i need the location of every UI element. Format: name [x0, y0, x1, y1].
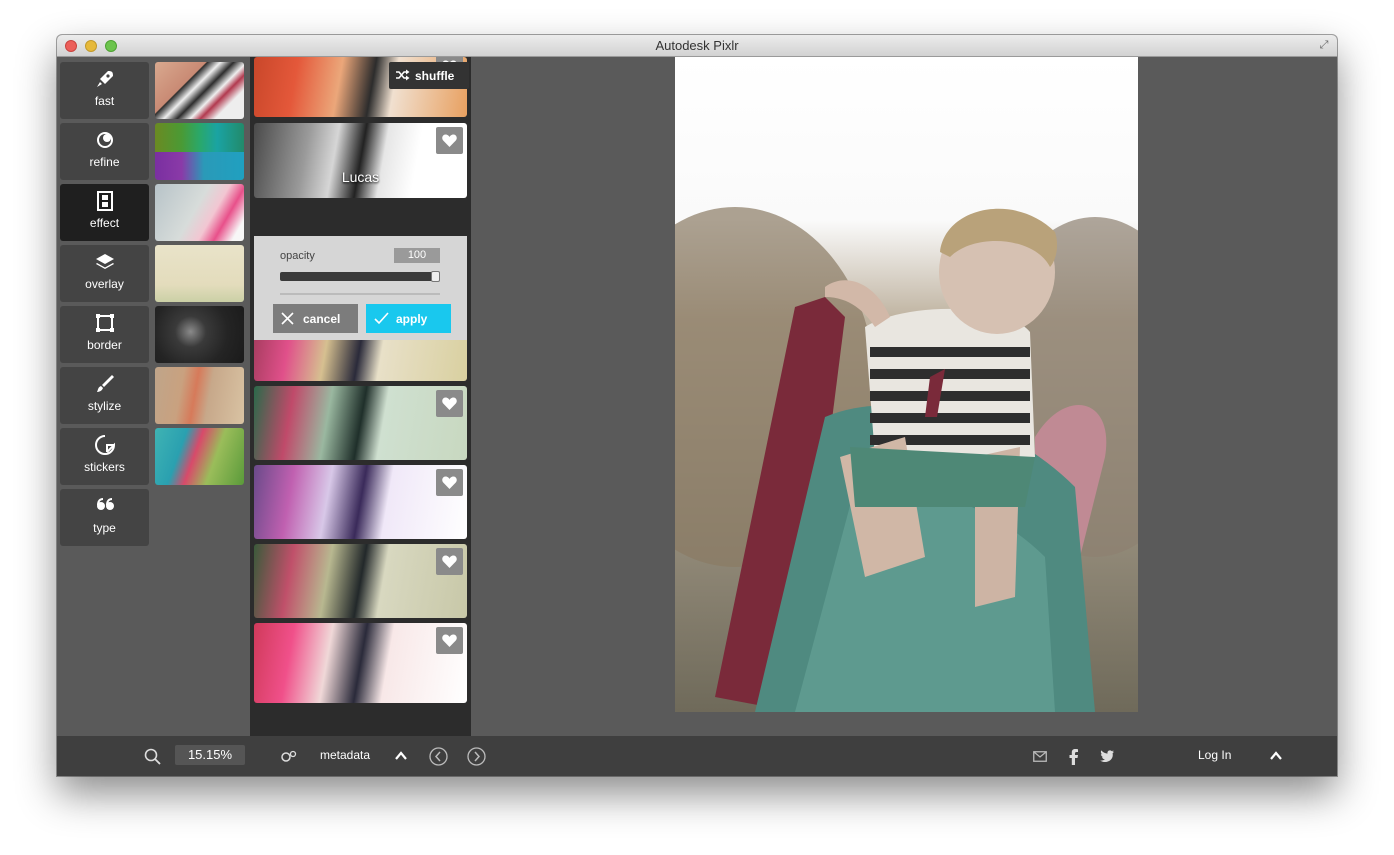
effect-filter-list[interactable]: Lucas — [250, 57, 471, 736]
twitter-icon[interactable] — [1100, 750, 1114, 762]
tool-type[interactable]: type — [60, 489, 149, 546]
effect-options-panel: opacity 100 cancel apply — [254, 236, 467, 340]
border-icon — [95, 314, 114, 332]
opacity-slider[interactable] — [280, 271, 440, 282]
tool-label: stylize — [87, 399, 122, 413]
tool-border[interactable]: border — [60, 306, 149, 363]
facebook-icon[interactable] — [1069, 749, 1078, 765]
tool-label: stickers — [84, 460, 125, 474]
heart-icon — [442, 555, 457, 568]
shuffle-button[interactable]: shuffle — [389, 62, 469, 89]
stylize-preview-thumbnail[interactable] — [155, 367, 244, 424]
status-bar: 15.15% metadata Log In — [57, 736, 1337, 776]
zoom-level[interactable]: 15.15% — [175, 745, 245, 765]
zoom-icon[interactable] — [144, 748, 161, 765]
close-icon — [281, 312, 294, 325]
photo-canvas[interactable] — [675, 57, 1138, 712]
favorite-button[interactable] — [436, 390, 463, 417]
tool-label: refine — [89, 155, 120, 169]
selected-filter-name: Lucas — [341, 169, 380, 185]
metadata-icon — [281, 750, 297, 762]
filter-thumbnail[interactable] — [254, 544, 467, 618]
app-window: Autodesk Pixlr ⤢ fast refine effect over… — [57, 35, 1337, 776]
filter-thumbnail[interactable] — [254, 386, 467, 460]
tool-fast[interactable]: fast — [60, 62, 149, 119]
title-bar: Autodesk Pixlr ⤢ — [57, 35, 1337, 57]
heart-icon — [442, 634, 457, 647]
apply-label: apply — [396, 312, 428, 326]
favorite-button[interactable] — [436, 469, 463, 496]
tool-label: fast — [94, 94, 115, 108]
favorite-button[interactable] — [436, 127, 463, 154]
metadata-button[interactable]: metadata — [320, 748, 370, 762]
tool-label: border — [87, 338, 122, 352]
opacity-slider-handle[interactable] — [431, 271, 440, 282]
overlay-preview-thumbnail[interactable] — [155, 245, 244, 302]
filter-thumbnail[interactable] — [254, 623, 467, 703]
border-preview-thumbnail[interactable] — [155, 306, 244, 363]
refine-icon — [96, 132, 113, 148]
brush-icon — [96, 375, 114, 392]
favorite-button[interactable] — [436, 548, 463, 575]
tool-stylize[interactable]: stylize — [60, 367, 149, 424]
tool-label: effect — [89, 216, 120, 230]
layers-icon — [95, 254, 114, 269]
window-title: Autodesk Pixlr — [655, 38, 739, 53]
fast-preview-thumbnail[interactable] — [155, 62, 244, 119]
checkmark-icon — [374, 312, 389, 325]
heart-icon — [442, 397, 457, 410]
heart-icon — [442, 134, 457, 147]
favorite-button[interactable] — [436, 627, 463, 654]
fullscreen-icon[interactable]: ⤢ — [1317, 38, 1331, 52]
previous-arrow-icon[interactable] — [429, 747, 448, 766]
cancel-button[interactable]: cancel — [273, 304, 358, 333]
apply-button[interactable]: apply — [366, 304, 451, 333]
tool-stickers[interactable]: stickers — [60, 428, 149, 485]
tool-refine[interactable]: refine — [60, 123, 149, 180]
stickers-preview-thumbnail[interactable] — [155, 428, 244, 485]
chevron-up-icon[interactable] — [1270, 751, 1282, 760]
tool-overlay[interactable]: overlay — [60, 245, 149, 302]
heart-icon — [442, 476, 457, 489]
email-icon[interactable] — [1033, 751, 1047, 762]
film-icon — [96, 191, 113, 211]
shuffle-icon — [396, 69, 410, 81]
effect-preview-thumbnail[interactable] — [155, 184, 244, 241]
filter-thumbnail-selected[interactable]: Lucas — [254, 123, 467, 198]
sticker-icon — [94, 435, 115, 455]
opacity-label: opacity — [280, 250, 315, 262]
filter-thumbnail[interactable] — [254, 465, 467, 539]
refine-preview-thumbnail[interactable] — [155, 123, 244, 180]
quote-icon — [96, 498, 114, 510]
divider — [280, 293, 440, 295]
login-button[interactable]: Log In — [1198, 748, 1231, 762]
tool-label: type — [93, 521, 116, 535]
chevron-up-icon[interactable] — [395, 751, 407, 760]
rocket-icon — [96, 71, 113, 87]
cancel-label: cancel — [303, 312, 341, 326]
tool-effect[interactable]: effect — [60, 184, 149, 241]
opacity-value[interactable]: 100 — [394, 248, 440, 263]
next-arrow-icon[interactable] — [467, 747, 486, 766]
tool-label: overlay — [85, 277, 124, 291]
shuffle-label: shuffle — [415, 69, 455, 83]
edited-photo — [675, 57, 1138, 712]
